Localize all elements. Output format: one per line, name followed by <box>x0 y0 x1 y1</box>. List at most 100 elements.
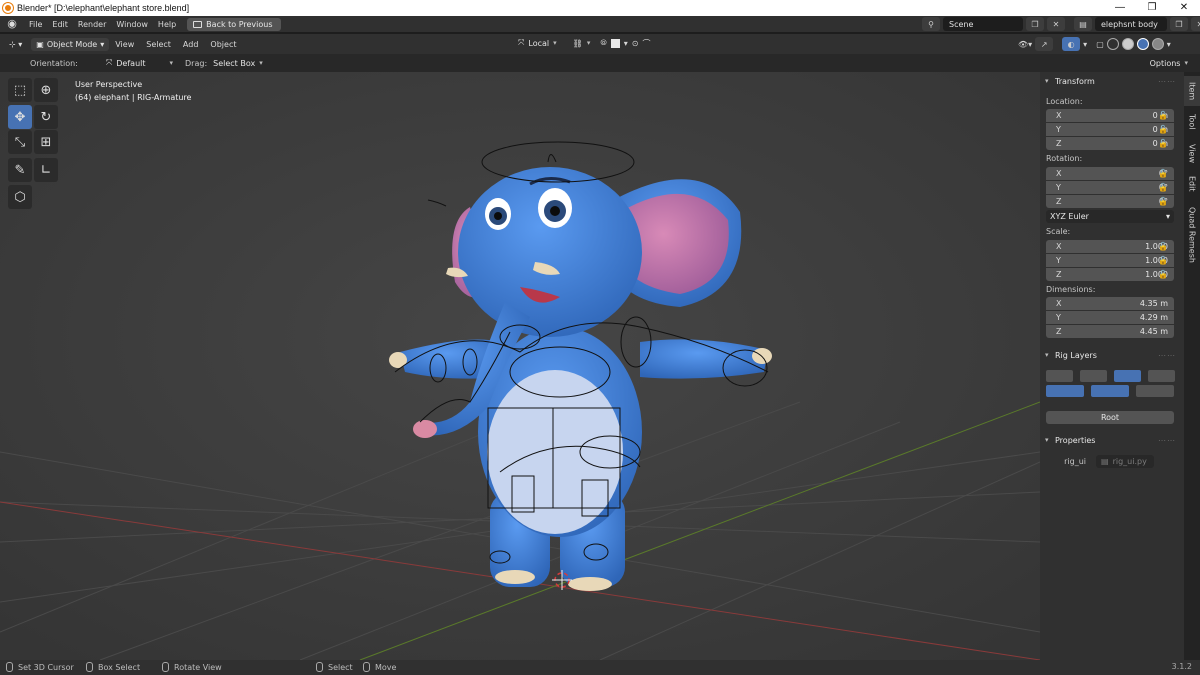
chevron-down-icon[interactable]: ▾ <box>1167 40 1171 49</box>
dimensions-x-field[interactable]: X 4.35 m <box>1046 297 1174 310</box>
remove-view-layer-icon[interactable]: ✕ <box>1191 17 1200 31</box>
status-rotate-view: Rotate View <box>162 662 222 672</box>
location-y-field[interactable]: Y0 m <box>1046 123 1174 136</box>
scale-y-field[interactable]: Y 1.000 <box>1046 254 1174 267</box>
material-shading-icon[interactable] <box>1136 38 1149 50</box>
rig-ui-value-field[interactable]: ▤ rig_ui.py <box>1096 455 1154 468</box>
lock-icon[interactable]: 🔓 <box>1158 198 1168 206</box>
close-button[interactable]: ✕ <box>1168 0 1200 16</box>
properties-panel-header[interactable]: ▾ Properties ⋯⋯ <box>1040 432 1184 448</box>
select-box-tool[interactable]: ⬚ <box>8 78 32 102</box>
transform-orientation-dropdown[interactable]: ⤧ Local ▾ <box>512 37 563 49</box>
grip-icon[interactable]: ⋯⋯ <box>1158 351 1176 360</box>
rendered-shading-icon[interactable] <box>1151 38 1164 50</box>
menu-edit[interactable]: Edit <box>47 20 73 29</box>
falloff-icon[interactable]: ⌒ <box>642 38 650 49</box>
menu-help[interactable]: Help <box>153 20 181 29</box>
grip-icon[interactable]: ⋯⋯ <box>1158 436 1176 445</box>
menu-view[interactable]: View <box>109 40 140 49</box>
mode-dropdown[interactable]: ▣ Object Mode ▾ <box>31 37 110 51</box>
snap-target-icon[interactable] <box>610 38 620 48</box>
transform-tool[interactable]: ⊞ <box>34 130 58 154</box>
3d-viewport[interactable]: User Perspective (64) elephant | RIG-Arm… <box>0 72 1040 660</box>
rig-layer-toggle[interactable] <box>1080 370 1107 382</box>
menu-window[interactable]: Window <box>111 20 153 29</box>
lock-icon[interactable]: 🔓 <box>1158 271 1168 279</box>
tab-tool[interactable]: Tool <box>1184 108 1200 136</box>
rig-layer-toggle[interactable] <box>1046 370 1073 382</box>
location-x-field[interactable]: X0 m <box>1046 109 1174 122</box>
scale-z-field[interactable]: Z 1.000 <box>1046 268 1174 281</box>
cursor-tool[interactable]: ⊕ <box>34 78 58 102</box>
drag-dropdown[interactable]: Select Box ▾ <box>207 58 269 69</box>
back-to-previous-button[interactable]: Back to Previous <box>187 17 281 31</box>
menu-add[interactable]: Add <box>177 40 205 49</box>
rig-layer-toggle[interactable] <box>1114 370 1141 382</box>
rotation-mode-dropdown[interactable]: XYZ Euler ▾ <box>1046 210 1174 223</box>
minimize-button[interactable]: — <box>1104 0 1136 16</box>
rotate-tool[interactable]: ↻ <box>34 105 58 129</box>
menu-file[interactable]: File <box>24 20 47 29</box>
visibility-icon[interactable]: 👁▾ <box>1018 40 1032 49</box>
move-tool[interactable]: ✥ <box>8 105 32 129</box>
xray-icon[interactable]: ▢ <box>1096 40 1104 49</box>
tab-quad-remesh[interactable]: Quad Remesh <box>1184 200 1200 270</box>
rig-layer-toggle[interactable] <box>1046 385 1084 397</box>
annotate-tool[interactable]: ✎ <box>8 158 32 182</box>
solid-shading-icon[interactable] <box>1121 38 1134 50</box>
tab-edit[interactable]: Edit <box>1184 170 1200 198</box>
transform-panel-header[interactable]: ▾ Transform ⋯⋯ <box>1040 73 1184 89</box>
rig-layers-panel-header[interactable]: ▾ Rig Layers ⋯⋯ <box>1040 347 1184 363</box>
root-button[interactable]: Root <box>1046 411 1174 424</box>
view-layer-icon[interactable]: ▤ <box>1074 17 1092 31</box>
lock-icon[interactable]: 🔓 <box>1158 140 1168 148</box>
overlay-icon[interactable]: ◐ <box>1062 37 1081 51</box>
sidebar-tabs: Item Tool View Edit Quad Remesh <box>1184 72 1200 660</box>
scene-field[interactable]: Scene <box>943 17 1023 31</box>
rotation-z-field[interactable]: Z 0° <box>1046 195 1174 208</box>
lock-icon[interactable]: 🔓 <box>1158 257 1168 265</box>
lock-icon[interactable]: 🔓 <box>1158 184 1168 192</box>
dimensions-z-field[interactable]: Z 4.45 m <box>1046 325 1174 338</box>
wireframe-shading-icon[interactable] <box>1106 38 1119 50</box>
lock-icon[interactable]: 🔓 <box>1158 126 1168 134</box>
scale-tool[interactable]: ⤡ <box>8 130 32 154</box>
orientation-dropdown[interactable]: ⤧ Default ▾ <box>100 57 179 69</box>
options-dropdown[interactable]: Options ▾ <box>1144 58 1194 69</box>
menu-object[interactable]: Object <box>204 40 242 49</box>
proportional-edit-icon[interactable]: ⊙ <box>632 39 639 48</box>
scale-x-field[interactable]: X 1.000 <box>1046 240 1174 253</box>
gizmo-icon[interactable]: ↗ <box>1035 37 1054 51</box>
new-view-layer-icon[interactable]: ❐ <box>1170 17 1188 31</box>
chevron-down-icon[interactable]: ▾ <box>1083 40 1087 49</box>
remove-scene-icon[interactable]: ✕ <box>1047 17 1065 31</box>
rotation-y-field[interactable]: Y 0° <box>1046 181 1174 194</box>
menu-render[interactable]: Render <box>73 20 111 29</box>
snap-icon[interactable]: ⦾ <box>600 38 606 48</box>
maximize-button[interactable]: ❐ <box>1136 0 1168 16</box>
measure-tool[interactable]: ∟ <box>34 158 58 182</box>
location-z-field[interactable]: Z0 m <box>1046 137 1174 150</box>
blender-menu-icon[interactable]: ◉ <box>6 18 18 30</box>
editor-type-button[interactable]: ⊹ ▾ <box>4 38 27 51</box>
lock-icon[interactable]: 🔓 <box>1158 170 1168 178</box>
view-layer-field[interactable]: elephsnt body <box>1095 17 1167 31</box>
chevron-down-icon[interactable]: ▾ <box>624 39 628 48</box>
tab-item[interactable]: Item <box>1184 76 1200 106</box>
add-cube-tool[interactable]: ⬡ <box>8 185 32 209</box>
rig-layer-toggle[interactable] <box>1148 370 1175 382</box>
dimensions-y-field[interactable]: Y 4.29 m <box>1046 311 1174 324</box>
rig-layer-toggle[interactable] <box>1091 385 1129 397</box>
scene-icon[interactable]: ⚲ <box>922 17 940 31</box>
lock-icon[interactable]: 🔓 <box>1158 112 1168 120</box>
rig-layer-toggle[interactable] <box>1136 385 1174 397</box>
pivot-dropdown[interactable]: ⛓ ▾ <box>567 38 597 49</box>
rotation-x-field[interactable]: X 0° <box>1046 167 1174 180</box>
tab-view[interactable]: View <box>1184 138 1200 168</box>
menu-select[interactable]: Select <box>140 40 177 49</box>
new-scene-icon[interactable]: ❐ <box>1026 17 1044 31</box>
orientation-icon: ⤧ <box>518 38 525 47</box>
grip-icon[interactable]: ⋯⋯ <box>1158 77 1176 86</box>
lock-icon[interactable]: 🔓 <box>1158 243 1168 251</box>
cursor-icon: ⊕ <box>40 82 52 98</box>
